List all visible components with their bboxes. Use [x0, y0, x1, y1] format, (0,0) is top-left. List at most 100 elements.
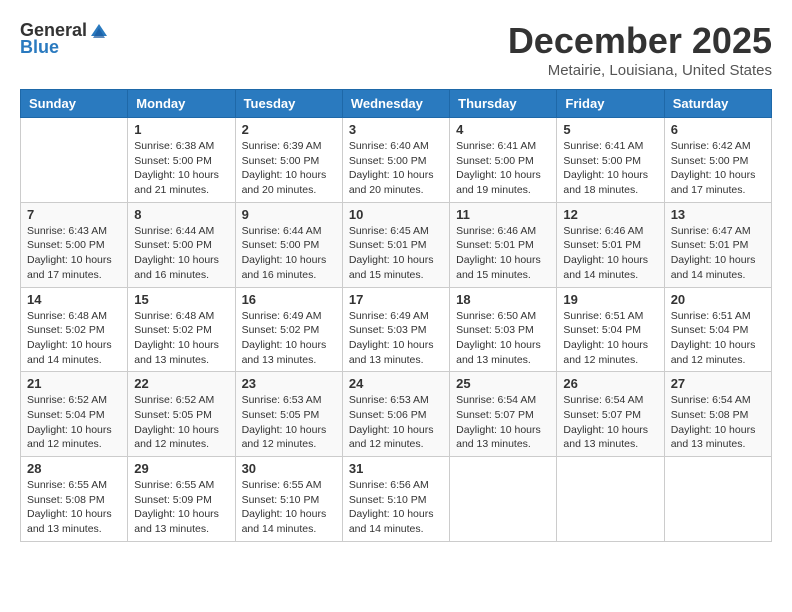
- sunset-text: Sunset: 5:00 PM: [134, 155, 212, 167]
- day-number: 10: [349, 207, 443, 222]
- sunset-text: Sunset: 5:00 PM: [242, 155, 320, 167]
- calendar-day-cell: 16 Sunrise: 6:49 AM Sunset: 5:02 PM Dayl…: [235, 287, 342, 372]
- sunset-text: Sunset: 5:08 PM: [671, 409, 749, 421]
- day-number: 11: [456, 207, 550, 222]
- calendar-week-row: 28 Sunrise: 6:55 AM Sunset: 5:08 PM Dayl…: [21, 457, 772, 542]
- day-number: 23: [242, 376, 336, 391]
- daylight-text: Daylight: 10 hours and 14 minutes.: [349, 508, 434, 535]
- location: Metairie, Louisiana, United States: [508, 62, 772, 79]
- day-number: 7: [27, 207, 121, 222]
- calendar-day-cell: 17 Sunrise: 6:49 AM Sunset: 5:03 PM Dayl…: [342, 287, 449, 372]
- day-info: Sunrise: 6:49 AM Sunset: 5:02 PM Dayligh…: [242, 309, 336, 368]
- sunset-text: Sunset: 5:02 PM: [242, 324, 320, 336]
- sunrise-text: Sunrise: 6:46 AM: [456, 225, 536, 237]
- daylight-text: Daylight: 10 hours and 13 minutes.: [671, 424, 756, 451]
- sunset-text: Sunset: 5:00 PM: [242, 239, 320, 251]
- sunrise-text: Sunrise: 6:54 AM: [671, 394, 751, 406]
- calendar-table: SundayMondayTuesdayWednesdayThursdayFrid…: [20, 89, 772, 542]
- calendar-day-header: Monday: [128, 90, 235, 118]
- calendar-day-cell: 27 Sunrise: 6:54 AM Sunset: 5:08 PM Dayl…: [664, 372, 771, 457]
- sunset-text: Sunset: 5:07 PM: [456, 409, 534, 421]
- day-number: 5: [563, 122, 657, 137]
- calendar-day-cell: 5 Sunrise: 6:41 AM Sunset: 5:00 PM Dayli…: [557, 118, 664, 203]
- sunrise-text: Sunrise: 6:45 AM: [349, 225, 429, 237]
- daylight-text: Daylight: 10 hours and 17 minutes.: [671, 169, 756, 196]
- sunrise-text: Sunrise: 6:41 AM: [563, 140, 643, 152]
- sunset-text: Sunset: 5:00 PM: [349, 155, 427, 167]
- sunset-text: Sunset: 5:00 PM: [671, 155, 749, 167]
- daylight-text: Daylight: 10 hours and 17 minutes.: [27, 254, 112, 281]
- daylight-text: Daylight: 10 hours and 12 minutes.: [242, 424, 327, 451]
- sunset-text: Sunset: 5:10 PM: [349, 494, 427, 506]
- calendar-day-cell: 6 Sunrise: 6:42 AM Sunset: 5:00 PM Dayli…: [664, 118, 771, 203]
- day-info: Sunrise: 6:51 AM Sunset: 5:04 PM Dayligh…: [671, 309, 765, 368]
- sunrise-text: Sunrise: 6:46 AM: [563, 225, 643, 237]
- calendar-day-cell: 10 Sunrise: 6:45 AM Sunset: 5:01 PM Dayl…: [342, 202, 449, 287]
- calendar-day-cell: 24 Sunrise: 6:53 AM Sunset: 5:06 PM Dayl…: [342, 372, 449, 457]
- sunrise-text: Sunrise: 6:44 AM: [134, 225, 214, 237]
- month-title: December 2025: [508, 20, 772, 62]
- sunrise-text: Sunrise: 6:49 AM: [242, 310, 322, 322]
- sunrise-text: Sunrise: 6:50 AM: [456, 310, 536, 322]
- daylight-text: Daylight: 10 hours and 16 minutes.: [242, 254, 327, 281]
- day-info: Sunrise: 6:47 AM Sunset: 5:01 PM Dayligh…: [671, 224, 765, 283]
- sunset-text: Sunset: 5:00 PM: [456, 155, 534, 167]
- calendar-day-cell: 18 Sunrise: 6:50 AM Sunset: 5:03 PM Dayl…: [450, 287, 557, 372]
- sunset-text: Sunset: 5:04 PM: [27, 409, 105, 421]
- sunrise-text: Sunrise: 6:39 AM: [242, 140, 322, 152]
- daylight-text: Daylight: 10 hours and 14 minutes.: [27, 339, 112, 366]
- day-number: 15: [134, 292, 228, 307]
- daylight-text: Daylight: 10 hours and 13 minutes.: [27, 508, 112, 535]
- daylight-text: Daylight: 10 hours and 19 minutes.: [456, 169, 541, 196]
- daylight-text: Daylight: 10 hours and 21 minutes.: [134, 169, 219, 196]
- calendar-week-row: 1 Sunrise: 6:38 AM Sunset: 5:00 PM Dayli…: [21, 118, 772, 203]
- calendar-day-cell: 14 Sunrise: 6:48 AM Sunset: 5:02 PM Dayl…: [21, 287, 128, 372]
- day-number: 12: [563, 207, 657, 222]
- sunrise-text: Sunrise: 6:43 AM: [27, 225, 107, 237]
- calendar-day-cell: [21, 118, 128, 203]
- sunrise-text: Sunrise: 6:47 AM: [671, 225, 751, 237]
- day-number: 31: [349, 461, 443, 476]
- calendar-day-header: Thursday: [450, 90, 557, 118]
- day-info: Sunrise: 6:43 AM Sunset: 5:00 PM Dayligh…: [27, 224, 121, 283]
- day-number: 25: [456, 376, 550, 391]
- day-number: 21: [27, 376, 121, 391]
- day-info: Sunrise: 6:48 AM Sunset: 5:02 PM Dayligh…: [134, 309, 228, 368]
- daylight-text: Daylight: 10 hours and 12 minutes.: [563, 339, 648, 366]
- day-number: 27: [671, 376, 765, 391]
- logo-blue-text: Blue: [20, 37, 59, 58]
- day-number: 13: [671, 207, 765, 222]
- day-number: 4: [456, 122, 550, 137]
- day-number: 9: [242, 207, 336, 222]
- sunset-text: Sunset: 5:01 PM: [456, 239, 534, 251]
- sunset-text: Sunset: 5:00 PM: [563, 155, 641, 167]
- calendar-day-cell: 28 Sunrise: 6:55 AM Sunset: 5:08 PM Dayl…: [21, 457, 128, 542]
- day-number: 17: [349, 292, 443, 307]
- calendar-day-cell: 23 Sunrise: 6:53 AM Sunset: 5:05 PM Dayl…: [235, 372, 342, 457]
- day-info: Sunrise: 6:42 AM Sunset: 5:00 PM Dayligh…: [671, 139, 765, 198]
- sunrise-text: Sunrise: 6:55 AM: [134, 479, 214, 491]
- calendar-day-header: Saturday: [664, 90, 771, 118]
- calendar-day-cell: 22 Sunrise: 6:52 AM Sunset: 5:05 PM Dayl…: [128, 372, 235, 457]
- daylight-text: Daylight: 10 hours and 13 minutes.: [349, 339, 434, 366]
- sunrise-text: Sunrise: 6:38 AM: [134, 140, 214, 152]
- day-info: Sunrise: 6:51 AM Sunset: 5:04 PM Dayligh…: [563, 309, 657, 368]
- day-info: Sunrise: 6:40 AM Sunset: 5:00 PM Dayligh…: [349, 139, 443, 198]
- day-info: Sunrise: 6:46 AM Sunset: 5:01 PM Dayligh…: [456, 224, 550, 283]
- day-number: 6: [671, 122, 765, 137]
- page-header: General Blue December 2025 Metairie, Lou…: [20, 20, 772, 79]
- daylight-text: Daylight: 10 hours and 14 minutes.: [563, 254, 648, 281]
- calendar-day-header: Sunday: [21, 90, 128, 118]
- day-number: 20: [671, 292, 765, 307]
- day-number: 8: [134, 207, 228, 222]
- calendar-day-cell: 30 Sunrise: 6:55 AM Sunset: 5:10 PM Dayl…: [235, 457, 342, 542]
- daylight-text: Daylight: 10 hours and 14 minutes.: [242, 508, 327, 535]
- day-info: Sunrise: 6:55 AM Sunset: 5:10 PM Dayligh…: [242, 478, 336, 537]
- calendar-day-cell: 25 Sunrise: 6:54 AM Sunset: 5:07 PM Dayl…: [450, 372, 557, 457]
- sunrise-text: Sunrise: 6:54 AM: [563, 394, 643, 406]
- daylight-text: Daylight: 10 hours and 18 minutes.: [563, 169, 648, 196]
- sunset-text: Sunset: 5:00 PM: [27, 239, 105, 251]
- sunset-text: Sunset: 5:01 PM: [563, 239, 641, 251]
- day-number: 19: [563, 292, 657, 307]
- day-info: Sunrise: 6:38 AM Sunset: 5:00 PM Dayligh…: [134, 139, 228, 198]
